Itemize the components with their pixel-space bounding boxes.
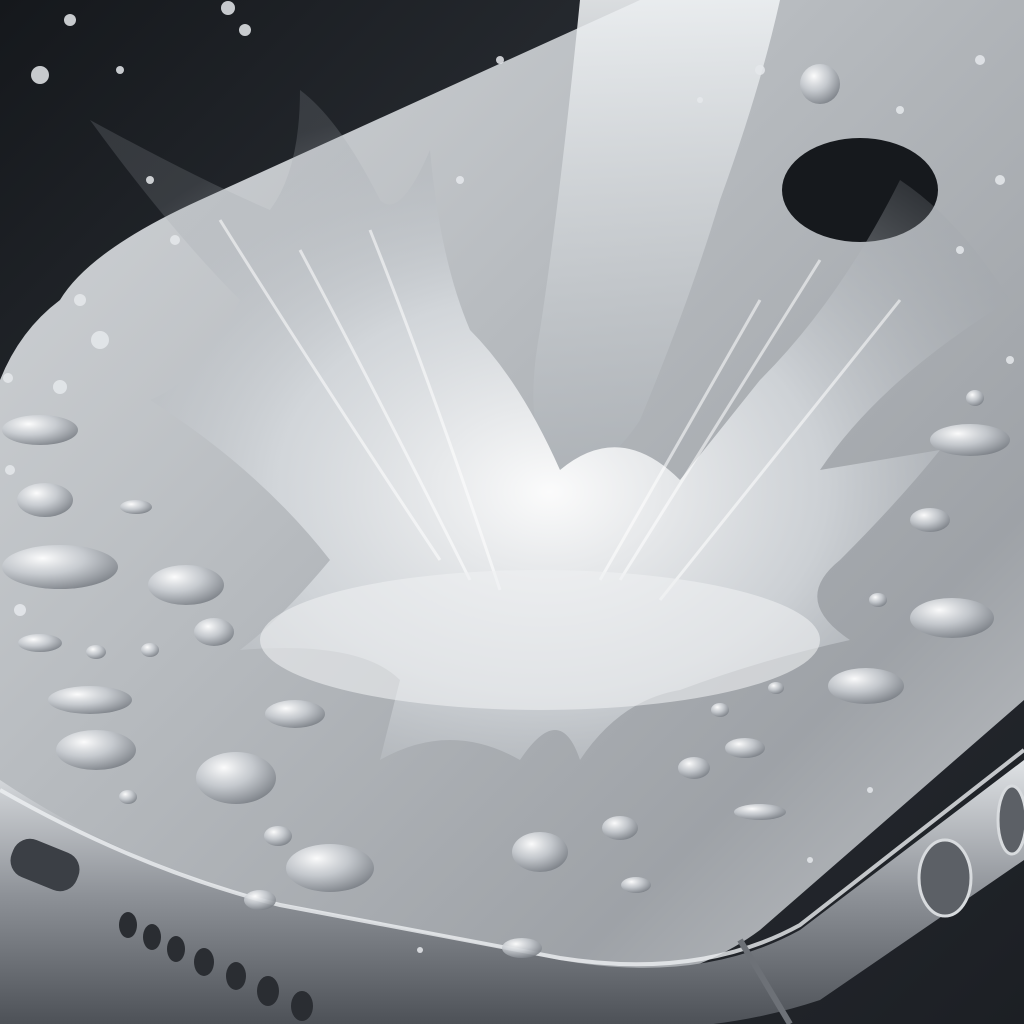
splash-illustration [0,0,1024,1024]
side-hole [917,838,973,918]
side-hole-2 [996,784,1024,856]
splash-foam [260,570,820,710]
photo-scene [0,0,1024,1024]
